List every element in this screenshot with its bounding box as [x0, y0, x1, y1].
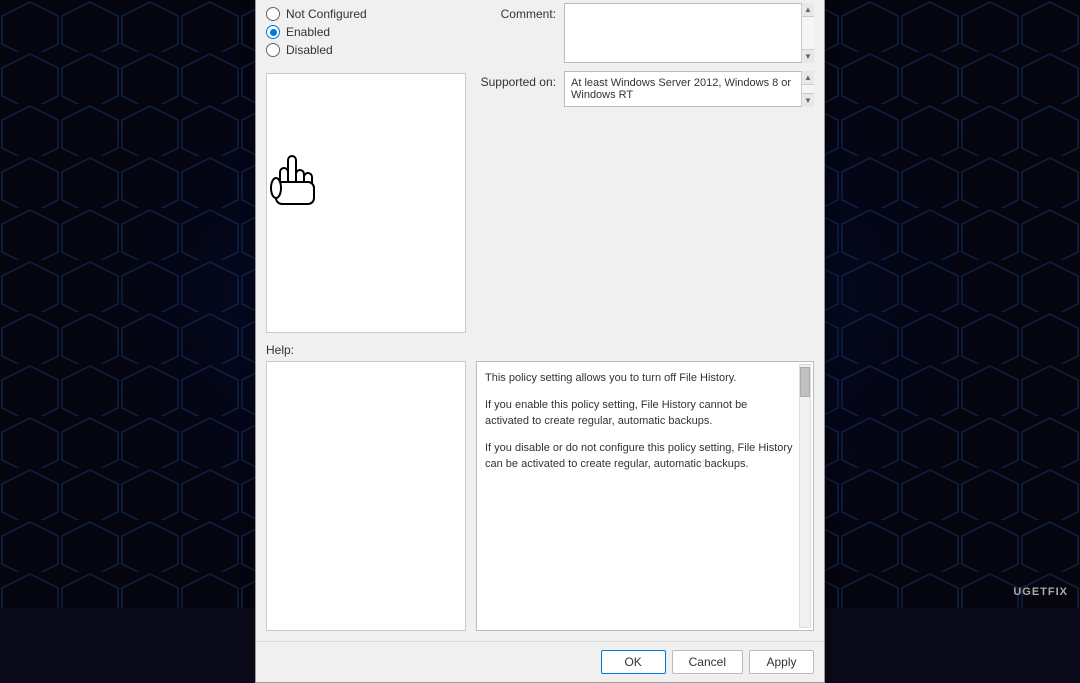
left-panel: Not Configured Enabled Disabled: [266, 3, 466, 333]
help-paragraph-3: If you disable or do not configure this …: [485, 440, 793, 473]
supported-text: At least Windows Server 2012, Windows 8 …: [571, 77, 807, 101]
help-section: Help: This policy setting allows you to …: [256, 343, 824, 641]
comment-textarea[interactable]: [564, 3, 814, 63]
help-text-box: This policy setting allows you to turn o…: [476, 361, 814, 631]
help-content-row: This policy setting allows you to turn o…: [266, 361, 814, 631]
enabled-radio[interactable]: [266, 25, 280, 39]
comment-row: Comment: ▲ ▼: [476, 3, 814, 63]
scroll-track: [802, 17, 814, 49]
comment-scrollbar: ▲ ▼: [801, 3, 814, 63]
comment-label: Comment:: [476, 3, 556, 21]
help-label: Help:: [266, 343, 814, 357]
help-scroll-thumb[interactable]: [800, 367, 810, 397]
supported-box: At least Windows Server 2012, Windows 8 …: [564, 71, 814, 107]
supported-scrollbar: ▲ ▼: [801, 71, 814, 107]
dialog-footer: OK Cancel Apply: [256, 641, 824, 682]
left-options-box: [266, 73, 466, 333]
not-configured-label: Not Configured: [286, 7, 367, 21]
help-left-box: [266, 361, 466, 631]
disabled-radio[interactable]: [266, 43, 280, 57]
enabled-option[interactable]: Enabled: [266, 25, 466, 39]
help-paragraph-1: This policy setting allows you to turn o…: [485, 370, 793, 387]
supported-scroll-track: [802, 85, 814, 93]
scroll-up-arrow[interactable]: ▲: [802, 3, 814, 17]
not-configured-radio[interactable]: [266, 7, 280, 21]
main-content: Not Configured Enabled Disabled Comm: [256, 0, 824, 343]
dialog-window: Turn off File History — □ ✕ Turn off Fil…: [255, 0, 825, 683]
help-scroll-track: [799, 364, 811, 628]
radio-group: Not Configured Enabled Disabled: [266, 7, 466, 57]
ok-button[interactable]: OK: [601, 650, 666, 674]
supported-scroll-down[interactable]: ▼: [802, 93, 814, 107]
supported-row: Supported on: At least Windows Server 20…: [476, 71, 814, 107]
help-paragraph-2: If you enable this policy setting, File …: [485, 397, 793, 430]
apply-button[interactable]: Apply: [749, 650, 814, 674]
cancel-button[interactable]: Cancel: [672, 650, 743, 674]
not-configured-option[interactable]: Not Configured: [266, 7, 466, 21]
scroll-down-arrow[interactable]: ▼: [802, 49, 814, 63]
right-panel: Comment: ▲ ▼ Supported on: At least Wind…: [476, 3, 814, 333]
enabled-label: Enabled: [286, 25, 330, 39]
comment-wrapper: ▲ ▼: [564, 3, 814, 63]
watermark: UGETFIX: [1013, 586, 1068, 598]
supported-label: Supported on:: [476, 71, 556, 89]
disabled-label: Disabled: [286, 43, 333, 57]
supported-scroll-up[interactable]: ▲: [802, 71, 814, 85]
disabled-option[interactable]: Disabled: [266, 43, 466, 57]
